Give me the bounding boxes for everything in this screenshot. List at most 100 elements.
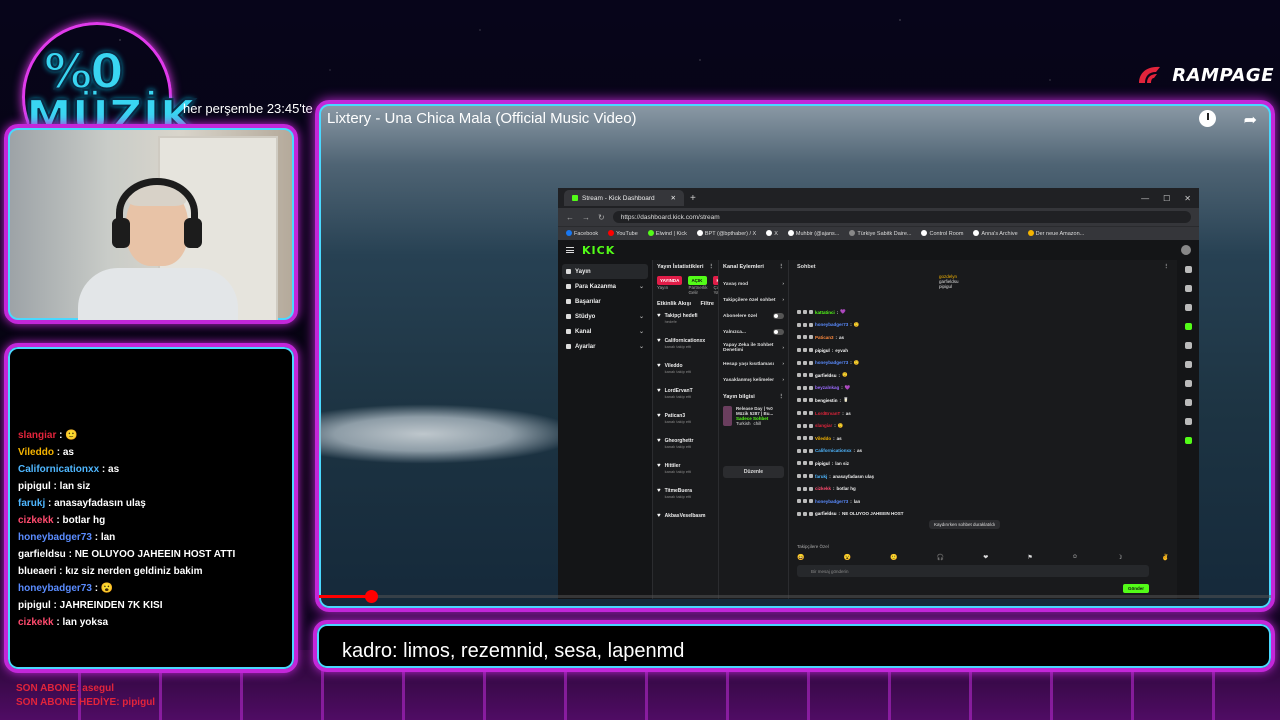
mod-ban-icon[interactable] xyxy=(797,411,801,416)
mod-ban-icon[interactable] xyxy=(797,448,801,453)
forward-icon[interactable]: → xyxy=(582,213,590,222)
chevron-right-icon[interactable]: › xyxy=(782,362,784,367)
mod-timeout-icon[interactable] xyxy=(803,348,807,353)
mod-delete-icon[interactable] xyxy=(809,486,813,491)
avatar[interactable] xyxy=(1181,245,1191,255)
mod-delete-icon[interactable] xyxy=(809,461,813,466)
emote-icon[interactable]: 🎧 xyxy=(937,554,944,561)
send-button[interactable]: Gönder xyxy=(1122,584,1149,593)
toggle-switch[interactable] xyxy=(773,329,784,335)
channel-action[interactable]: Hesap yaşı kısıtlaması › xyxy=(723,356,784,372)
mod-timeout-icon[interactable] xyxy=(803,398,807,403)
watch-later-icon[interactable] xyxy=(1198,110,1216,127)
channel-action[interactable]: Yasaklanmış kelimeler › xyxy=(723,372,784,388)
mod-timeout-icon[interactable] xyxy=(803,373,807,378)
toggle-switch[interactable] xyxy=(773,313,784,319)
mod-ban-icon[interactable] xyxy=(797,322,801,327)
rail-clip-icon[interactable] xyxy=(1184,380,1192,387)
chevron-down-icon[interactable]: ⌄ xyxy=(639,343,644,350)
mod-timeout-icon[interactable] xyxy=(803,436,807,441)
rail-settings-icon[interactable] xyxy=(1184,266,1192,273)
edit-button[interactable]: Düzenle xyxy=(723,466,784,478)
maximize-icon[interactable]: ☐ xyxy=(1163,194,1170,203)
mod-timeout-icon[interactable] xyxy=(803,385,807,390)
chat-username[interactable]: Californicationxx xyxy=(18,464,99,475)
rail-bot-icon[interactable] xyxy=(1184,399,1192,406)
kick-logo[interactable]: KICK xyxy=(582,244,615,257)
bookmark-item[interactable]: Muhbir (@ajans... xyxy=(787,230,839,237)
channel-action[interactable]: Takipçilere özel sohbet › xyxy=(723,292,784,308)
back-icon[interactable]: ← xyxy=(566,213,574,222)
channel-action[interactable]: Abonelere özel xyxy=(723,308,784,324)
mod-ban-icon[interactable] xyxy=(797,348,801,353)
mod-timeout-icon[interactable] xyxy=(803,411,807,416)
emote-icon[interactable]: 😮 xyxy=(844,554,851,561)
chat-username[interactable]: slangiar xyxy=(18,430,56,441)
rail-trash-icon[interactable] xyxy=(1184,342,1192,349)
chat-username[interactable]: pipigul xyxy=(18,481,51,492)
chat-username[interactable]: farukj xyxy=(815,474,827,479)
mod-timeout-icon[interactable] xyxy=(803,486,807,491)
chat-username[interactable]: blueaeri xyxy=(18,566,56,577)
sidebar-item[interactable]: Başarılar xyxy=(562,294,648,309)
chevron-down-icon[interactable]: ⌄ xyxy=(639,283,644,290)
mod-ban-icon[interactable] xyxy=(797,373,801,378)
mod-timeout-icon[interactable] xyxy=(803,360,807,365)
chat-username[interactable]: bengiestin xyxy=(815,398,838,403)
bookmark-item[interactable]: Anna's Archive xyxy=(973,230,1018,237)
mod-timeout-icon[interactable] xyxy=(803,499,807,504)
emote-icon[interactable]: ❤ xyxy=(983,554,988,561)
mod-ban-icon[interactable] xyxy=(797,499,801,504)
mod-delete-icon[interactable] xyxy=(809,511,813,516)
rail-chat-icon[interactable] xyxy=(1184,361,1192,368)
mod-timeout-icon[interactable] xyxy=(803,474,807,479)
top-gifter-name[interactable]: pipigul xyxy=(939,284,959,289)
sidebar-item[interactable]: Yayın xyxy=(562,264,648,279)
mod-ban-icon[interactable] xyxy=(797,486,801,491)
bookmark-item[interactable]: YouTube xyxy=(608,230,638,237)
sidebar-item[interactable]: Kanal ⌄ xyxy=(562,324,648,339)
mod-delete-icon[interactable] xyxy=(809,448,813,453)
chat-username[interactable]: honeybadger73 xyxy=(815,360,848,365)
chat-username[interactable]: pipigul xyxy=(815,461,830,466)
mod-ban-icon[interactable] xyxy=(797,385,801,390)
emote-icon[interactable]: ☽ xyxy=(1117,554,1122,561)
mod-timeout-icon[interactable] xyxy=(803,511,807,516)
mod-ban-icon[interactable] xyxy=(797,474,801,479)
mod-ban-icon[interactable] xyxy=(797,398,801,403)
mod-delete-icon[interactable] xyxy=(809,348,813,353)
emote-icon[interactable]: 🙂 xyxy=(890,554,897,561)
chat-username[interactable]: garfieldsu xyxy=(815,373,837,378)
chat-username[interactable]: cizkekk xyxy=(18,617,54,628)
chat-username[interactable]: Californicationxx xyxy=(815,448,852,453)
chevron-right-icon[interactable]: › xyxy=(782,282,784,287)
mod-delete-icon[interactable] xyxy=(809,373,813,378)
chat-username[interactable]: garfieldsu xyxy=(815,511,837,516)
chat-input[interactable]: Bir mesaj gönderin xyxy=(797,565,1149,577)
mod-delete-icon[interactable] xyxy=(809,398,813,403)
video-progress-bar[interactable] xyxy=(319,590,1271,603)
mod-delete-icon[interactable] xyxy=(809,436,813,441)
chat-username[interactable]: honeybadger73 xyxy=(815,322,848,327)
video-title[interactable]: Lixtery - Una Chica Mala (Official Music… xyxy=(327,110,637,127)
mod-delete-icon[interactable] xyxy=(809,385,813,390)
video-player[interactable]: Lixtery - Una Chica Mala (Official Music… xyxy=(315,100,1275,612)
mod-timeout-icon[interactable] xyxy=(803,448,807,453)
bookmark-item[interactable]: Türkiye Sabitk Daire... xyxy=(849,230,911,237)
mod-timeout-icon[interactable] xyxy=(803,423,807,428)
mod-delete-icon[interactable] xyxy=(809,360,813,365)
mod-timeout-icon[interactable] xyxy=(803,461,807,466)
chat-username[interactable]: Patican3 xyxy=(815,335,834,340)
mod-ban-icon[interactable] xyxy=(797,511,801,516)
channel-action[interactable]: Yavaş mod › xyxy=(723,276,784,292)
mod-ban-icon[interactable] xyxy=(797,436,801,441)
chat-username[interactable]: garfieldsu xyxy=(18,549,66,560)
sidebar-item[interactable]: Para Kazanma ⌄ xyxy=(562,279,648,294)
mod-ban-icon[interactable] xyxy=(797,461,801,466)
chat-username[interactable]: honeybadger73 xyxy=(18,583,92,594)
chat-username[interactable]: honeybadger73 xyxy=(18,532,92,543)
close-window-icon[interactable]: ✕ xyxy=(1184,194,1191,203)
mod-delete-icon[interactable] xyxy=(809,411,813,416)
chevron-down-icon[interactable]: ⌄ xyxy=(639,313,644,320)
chat-username[interactable]: beyzalnkag xyxy=(815,385,839,390)
